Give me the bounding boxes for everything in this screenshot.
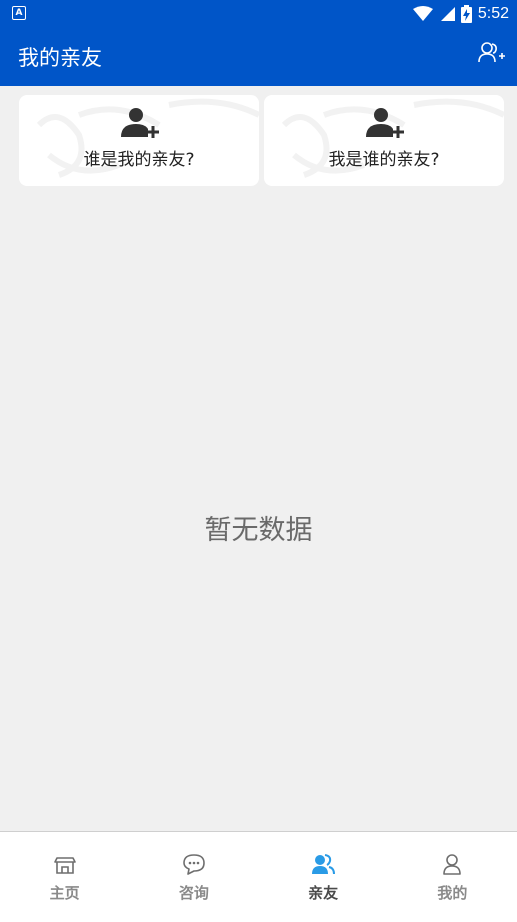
status-right-group: 5:52 — [412, 0, 509, 28]
card-label: 谁是我的亲友? — [83, 150, 195, 170]
home-icon — [53, 857, 76, 874]
empty-state-text: 暂无数据 — [204, 515, 313, 546]
add-contacts-button[interactable] — [477, 38, 507, 68]
wifi-icon — [412, 6, 433, 21]
add-person-icon — [121, 108, 159, 138]
nav-label-mine: 我的 — [437, 884, 468, 902]
app-bar: 我的亲友 — [0, 28, 517, 86]
chat-icon — [183, 854, 205, 875]
bottom-nav: 主页 咨询 亲友 我的 — [0, 831, 517, 922]
battery-charging-icon — [460, 5, 472, 23]
notification-app-icon: A — [12, 6, 26, 20]
page-title: 我的亲友 — [18, 46, 102, 70]
nav-label-consult: 咨询 — [178, 884, 209, 902]
signal-icon — [440, 7, 455, 21]
nav-item-mine[interactable]: 我的 — [388, 832, 517, 922]
nav-item-friends[interactable]: 亲友 — [259, 832, 388, 922]
nav-label-home: 主页 — [49, 884, 80, 902]
friends-icon — [312, 854, 336, 875]
add-person-icon — [366, 108, 404, 138]
card-label: 我是谁的亲友? — [328, 150, 440, 170]
add-contacts-icon — [478, 42, 505, 63]
screen: A 5:52 我的亲友 谁是我的亲友? 我是谁的亲友? 暂无数据 主页 咨询 亲… — [0, 0, 517, 922]
who-are-my-friends-card[interactable]: 谁是我的亲友? — [19, 95, 259, 186]
nav-label-friends: 亲友 — [308, 884, 339, 902]
nav-item-consult[interactable]: 咨询 — [129, 832, 258, 922]
nav-item-home[interactable]: 主页 — [0, 832, 129, 922]
notification-app-letter: A — [15, 8, 23, 18]
status-bar: A 5:52 — [0, 0, 517, 28]
profile-icon — [443, 854, 462, 875]
status-time: 5:52 — [477, 5, 509, 22]
whose-friend-am-i-card[interactable]: 我是谁的亲友? — [264, 95, 504, 186]
